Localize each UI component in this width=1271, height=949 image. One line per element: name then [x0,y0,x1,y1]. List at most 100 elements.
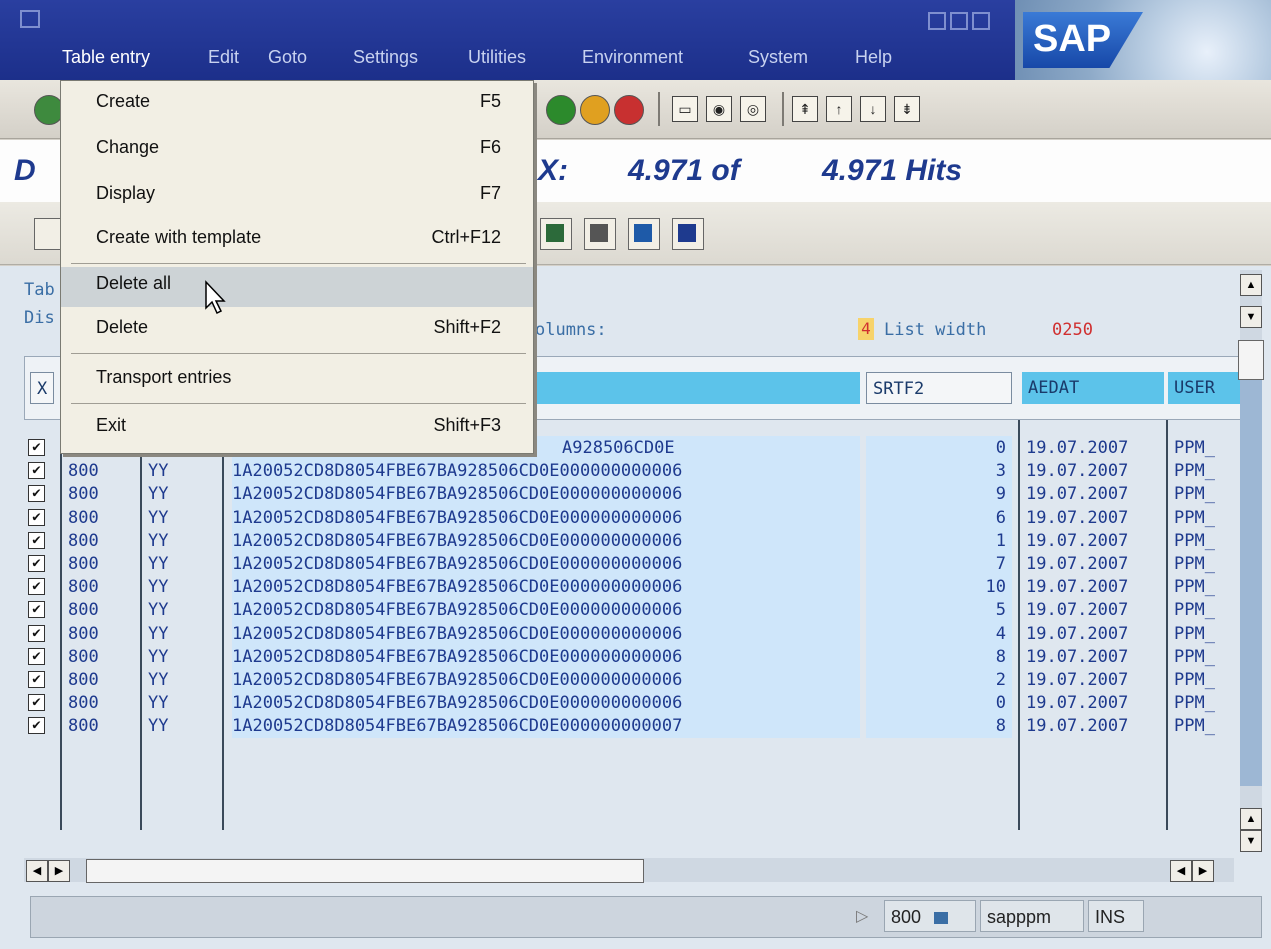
cell-user: PPM_ [1174,716,1215,737]
row-checkbox[interactable]: ✔ [28,462,45,480]
menu-item-label: Delete [96,317,149,337]
scroll-down-icon-2[interactable]: ▼ [1240,830,1262,852]
column-divider [140,420,142,830]
scroll-up-icon-2[interactable]: ▲ [1240,808,1262,830]
print-icon[interactable]: ▭ [672,96,698,122]
row-checkbox[interactable]: ✔ [28,508,45,526]
table-row[interactable]: ✔ 800 YY 1A20052CD8D8054FBE67BA928506CD0E00… [24,668,1244,692]
scroll-left-icon[interactable]: ◀ [26,860,48,882]
fixed-columns-field[interactable]: 4 [858,318,874,340]
table-row[interactable]: ✔ 800 YY 1A20052CD8D8054FBE67BA928506CD0E00… [24,598,1244,623]
row-checkbox[interactable]: ✔ [28,578,45,596]
window-icon[interactable] [20,10,40,28]
row-checkbox[interactable]: ✔ [28,647,45,665]
column-divider [1166,420,1168,830]
scroll-right-icon[interactable]: ▶ [48,860,70,882]
list-width-value[interactable]: 0250 [1052,320,1093,340]
menu-item-label: Delete all [96,273,172,293]
scroll-up-icon[interactable]: ▲ [1240,274,1262,296]
column-header-aedat[interactable]: AEDAT [1022,372,1164,404]
menu-item-create-with-template[interactable]: Create with template Ctrl+F12 [61,221,533,257]
table-row[interactable]: ✔ 800 YY 1A20052CD8D8054FBE67BA928506CD0E00… [24,552,1244,576]
maximize-icon[interactable] [950,12,968,30]
details-icon[interactable] [540,218,572,250]
back-icon[interactable] [546,95,576,125]
row-checkbox[interactable]: ✔ [28,624,45,642]
menu-settings[interactable]: Settings [353,47,418,68]
menu-table-entry[interactable]: Table entry [62,47,150,68]
table-row[interactable]: ✔ 800 YY 1A20052CD8D8054FBE67BA928506CD0E00… [24,621,1244,646]
table-row[interactable]: ✔ 800 YY 1A20052CD8D8054FBE67BA928506CD0E00… [24,644,1244,669]
row-checkbox[interactable]: ✔ [28,531,45,549]
scrollbar-thumb[interactable] [1238,340,1264,380]
cell-type: YY [148,461,169,482]
find-next-icon[interactable]: ◎ [740,96,766,122]
previous-page-icon[interactable]: ↑ [826,96,852,122]
row-checkbox[interactable]: ✔ [28,694,45,712]
row-checkbox[interactable]: ✔ [28,601,45,619]
column-header-key[interactable] [532,372,860,404]
cell-type: YY [148,484,169,505]
cell-srtf2: 2 [866,668,1012,692]
page-title-count: 4.971 of [628,154,740,187]
menu-item-delete[interactable]: Delete Shift+F2 [61,311,533,347]
scroll-down-icon[interactable]: ▼ [1240,306,1262,328]
column-header-x[interactable]: X [30,372,54,404]
table-row[interactable]: ✔ 800 YY 1A20052CD8D8054FBE67BA928506CD0E00… [24,528,1244,553]
scroll-right-icon-2[interactable]: ▶ [1192,860,1214,882]
choose-icon[interactable] [584,218,616,250]
menu-goto[interactable]: Goto [268,47,307,68]
cell-key: 1A20052CD8D8054FBE67BA928506CD0E00000000… [232,482,860,507]
menu-item-change[interactable]: Change F6 [61,131,533,167]
minimize-icon[interactable] [928,12,946,30]
menu-item-transport-entries[interactable]: Transport entries [61,361,533,397]
row-checkbox[interactable]: ✔ [28,671,45,688]
close-icon[interactable] [972,12,990,30]
cell-mandt: 800 [68,716,99,737]
cell-type: YY [148,670,169,690]
menu-item-shortcut: F6 [479,137,501,157]
last-page-icon[interactable]: ⇟ [894,96,920,122]
refresh-icon[interactable] [628,218,660,250]
client-list-icon[interactable] [934,912,949,925]
menu-item-shortcut: F5 [479,91,501,111]
menu-item-create[interactable]: Create F5 [61,85,533,121]
table-row[interactable]: ✔ 800 YY 1A20052CD8D8054FBE67BA928506CD0E00… [24,505,1244,530]
column-header-user[interactable]: USER [1168,372,1240,404]
table-row[interactable]: ✔ 800 YY 1A20052CD8D8054FBE67BA928506CD0E00… [24,459,1244,484]
menu-item-display[interactable]: Display F7 [61,177,533,213]
cancel-icon[interactable] [614,95,644,125]
table-row[interactable]: ✔ 800 YY 1A20052CD8D8054FBE67BA928506CD0E00… [24,575,1244,600]
column-header-srtf2[interactable]: SRTF2 [866,372,1012,404]
menu-utilities[interactable]: Utilities [468,47,526,68]
hscroll-thumb[interactable] [86,859,644,883]
row-checkbox[interactable]: ✔ [28,439,45,456]
status-mode[interactable]: INS [1088,900,1144,932]
menu-system[interactable]: System [748,47,808,68]
menu-item-delete-all[interactable]: Delete all [61,267,533,307]
row-checkbox[interactable]: ✔ [28,485,45,503]
exit-icon[interactable] [580,95,610,125]
menu-item-label: Create [96,91,151,111]
cell-mandt: 800 [68,670,99,690]
menu-item-shortcut: F7 [479,183,501,203]
menu-environment[interactable]: Environment [582,47,683,68]
find-icon[interactable]: ◉ [706,96,732,122]
menu-edit[interactable]: Edit [208,47,239,68]
cell-aedat: 19.07.2007 [1026,646,1129,667]
table-row[interactable]: ✔ 800 YY 1A20052CD8D8054FBE67BA928506CD0E00… [24,714,1244,739]
scroll-left-icon-2[interactable]: ◀ [1170,860,1192,882]
cell-type: YY [148,530,169,551]
first-page-icon[interactable]: ⇞ [792,96,818,122]
row-checkbox[interactable]: ✔ [28,555,45,572]
table-row[interactable]: ✔ 800 YY 1A20052CD8D8054FBE67BA928506CD0E00… [24,482,1244,507]
next-page-icon[interactable]: ↓ [860,96,886,122]
play-icon[interactable]: ▷ [856,906,868,926]
row-checkbox[interactable]: ✔ [28,717,45,735]
menu-help[interactable]: Help [855,47,892,68]
info-icon[interactable] [672,218,704,250]
table-row[interactable]: ✔ 800 YY 1A20052CD8D8054FBE67BA928506CD0E00… [24,691,1244,716]
scrollbar-track[interactable] [1240,380,1262,786]
cell-key: 1A20052CD8D8054FBE67BA928506CD0E00000000… [232,459,860,484]
menu-item-exit[interactable]: Exit Shift+F3 [61,409,533,445]
